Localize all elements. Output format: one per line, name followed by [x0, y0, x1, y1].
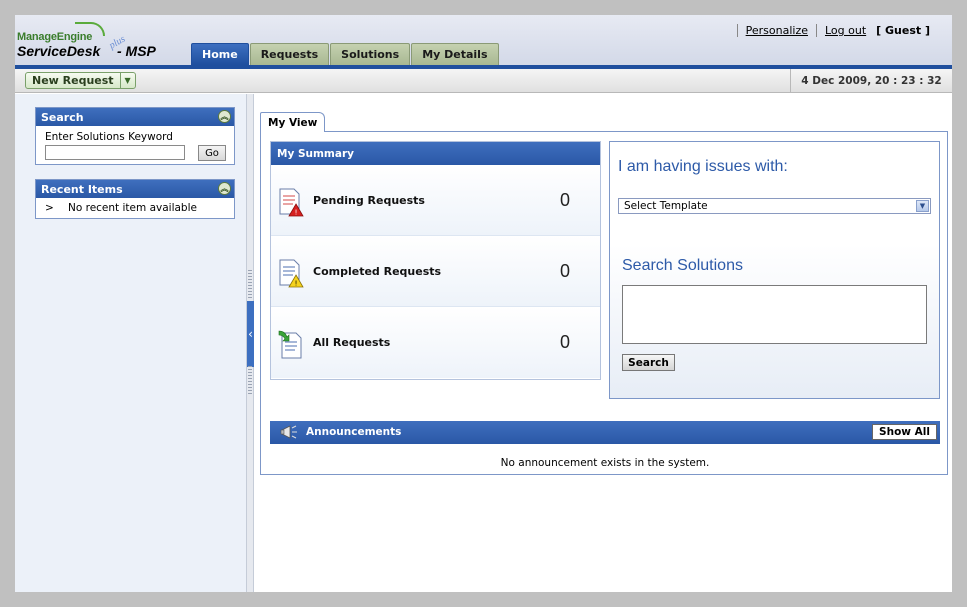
- announcements-empty-text: No announcement exists in the system.: [500, 457, 710, 469]
- header: ManageEngine ServiceDesk plus - MSP Home…: [15, 15, 952, 65]
- pending-requests-icon: !: [279, 188, 304, 217]
- personalize-link[interactable]: Personalize: [736, 24, 816, 37]
- completed-requests-icon: !: [279, 259, 304, 288]
- collapse-icon[interactable]: ︽: [218, 110, 231, 123]
- splitter-grip[interactable]: [248, 366, 252, 396]
- svg-text:!: !: [295, 209, 298, 217]
- current-datetime: 4 Dec 2009, 20 : 23 : 32: [790, 69, 952, 93]
- issues-panel: I am having issues with: Select Template…: [609, 141, 940, 399]
- main-content: My View My Summary ! Pending Requests 0: [260, 109, 948, 489]
- all-requests-count[interactable]: 0: [560, 332, 570, 353]
- go-button[interactable]: Go: [198, 145, 226, 161]
- tab-my-view[interactable]: My View: [260, 112, 326, 132]
- chevron-down-icon[interactable]: ▼: [916, 200, 929, 212]
- chevron-down-icon[interactable]: ▼: [121, 73, 135, 88]
- guest-user-label: [ Guest ]: [876, 24, 930, 37]
- collapse-sidebar-icon[interactable]: ‹: [247, 301, 254, 367]
- tab-home[interactable]: Home: [191, 43, 249, 65]
- main-tabs: Home Requests Solutions My Details: [191, 43, 500, 65]
- search-panel-header: Search ︽: [36, 108, 234, 126]
- keyword-label: Enter Solutions Keyword: [45, 131, 173, 143]
- pending-requests-count[interactable]: 0: [560, 190, 570, 211]
- sidebar-splitter[interactable]: ‹: [246, 94, 254, 592]
- issues-title: I am having issues with:: [618, 158, 788, 175]
- my-view-panel: My Summary ! Pending Requests 0 ! Comple…: [260, 131, 948, 475]
- new-request-button[interactable]: New Request ▼: [25, 72, 136, 89]
- all-requests-icon: [278, 330, 302, 359]
- recent-panel-header: Recent Items ︽: [36, 180, 234, 198]
- logout-link[interactable]: Log out: [815, 24, 874, 37]
- search-button[interactable]: Search: [622, 354, 675, 371]
- recent-empty-text: No recent item available: [68, 202, 197, 214]
- summary-row-pending[interactable]: ! Pending Requests 0: [271, 165, 600, 236]
- collapse-icon[interactable]: ︽: [218, 182, 231, 195]
- list-item: > No recent item available: [36, 198, 234, 214]
- template-select[interactable]: Select Template ▼: [618, 198, 931, 214]
- tab-my-details[interactable]: My Details: [411, 43, 499, 65]
- logo-product: ServiceDesk: [17, 43, 101, 59]
- app-window: ManageEngine ServiceDesk plus - MSP Home…: [15, 15, 952, 592]
- logo-edition: - MSP: [117, 43, 156, 59]
- announcements-header: Announcements Show All: [270, 421, 940, 444]
- show-all-button[interactable]: Show All: [872, 424, 937, 440]
- logo-brand: ManageEngine: [17, 31, 93, 43]
- svg-text:!: !: [295, 280, 298, 288]
- search-solutions-input[interactable]: [622, 285, 927, 344]
- summary-row-completed[interactable]: ! Completed Requests 0: [271, 236, 600, 307]
- my-summary-header: My Summary: [271, 142, 600, 165]
- completed-requests-count[interactable]: 0: [560, 261, 570, 282]
- sidebar-recent-panel: Recent Items ︽ > No recent item availabl…: [35, 179, 235, 219]
- tab-requests[interactable]: Requests: [249, 43, 330, 65]
- top-links: Personalize Log out [ Guest ]: [736, 24, 930, 37]
- completed-requests-label[interactable]: Completed Requests: [313, 265, 441, 278]
- splitter-grip[interactable]: [248, 270, 252, 300]
- toolbar: New Request ▼ 4 Dec 2009, 20 : 23 : 32: [15, 69, 952, 93]
- sidebar: Search ︽ Enter Solutions Keyword Go Rece…: [15, 94, 246, 592]
- new-request-label[interactable]: New Request: [26, 73, 121, 88]
- bullet-icon: >: [45, 202, 54, 214]
- search-solutions-title: Search Solutions: [622, 257, 743, 274]
- sidebar-search-panel: Search ︽ Enter Solutions Keyword Go: [35, 107, 235, 165]
- recent-panel-title: Recent Items: [41, 182, 123, 196]
- tab-solutions[interactable]: Solutions: [330, 43, 411, 65]
- megaphone-icon: [280, 425, 297, 439]
- pending-requests-label[interactable]: Pending Requests: [313, 194, 425, 207]
- solutions-keyword-input[interactable]: [45, 145, 185, 160]
- template-select-value[interactable]: Select Template: [624, 200, 708, 212]
- all-requests-label[interactable]: All Requests: [313, 336, 390, 349]
- search-panel-title: Search: [41, 110, 84, 124]
- servicedesk-logo: ManageEngine ServiceDesk plus - MSP: [17, 22, 177, 62]
- summary-row-all[interactable]: All Requests 0: [271, 307, 600, 378]
- my-summary-panel: My Summary ! Pending Requests 0 ! Comple…: [270, 141, 601, 380]
- announcements-title: Announcements: [306, 426, 402, 438]
